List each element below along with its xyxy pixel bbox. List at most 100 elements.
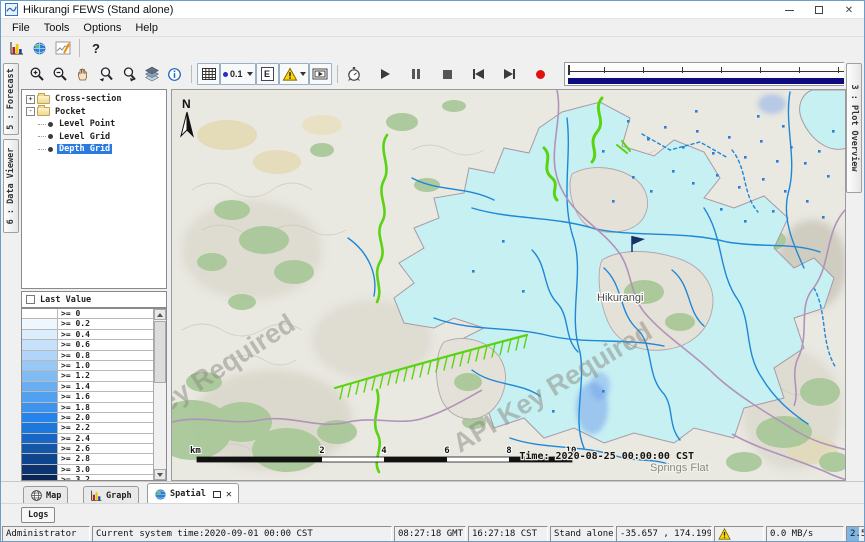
close-button[interactable]: ✕ [834, 1, 864, 19]
tree-node-level-point[interactable]: Level Point [26, 118, 166, 131]
layer-bullet-icon [48, 134, 53, 139]
legend-toggle-button[interactable]: E [256, 63, 279, 85]
layers-panel: + Cross-section - Pocket Level Point Lev… [21, 89, 169, 481]
main-toolbar: ? [1, 37, 864, 59]
status-warning[interactable] [714, 526, 764, 542]
status-gmt-time: 08:27:18 GMT [394, 526, 466, 542]
warning-dropdown[interactable] [279, 63, 309, 85]
menu-file[interactable]: File [5, 21, 37, 35]
legend-row: >= 2.4 [22, 434, 166, 444]
zoom-next-button[interactable] [117, 63, 140, 85]
stop-button[interactable] [436, 63, 459, 85]
tab-plot-overview[interactable]: 3 : Plot Overview [846, 63, 862, 193]
zoom-out-icon [52, 66, 68, 82]
bar-chart-icon [90, 489, 103, 502]
legend-scrollbar[interactable] [153, 309, 166, 480]
tree-node-depth-grid[interactable]: Depth Grid [26, 143, 166, 156]
chevron-down-icon [300, 72, 306, 76]
scroll-down-arrow-icon[interactable] [154, 469, 166, 480]
last-value-checkbox[interactable] [26, 295, 35, 304]
info-icon [167, 67, 182, 82]
zoom-previous-button[interactable] [94, 63, 117, 85]
spatial-display-button[interactable] [28, 37, 51, 59]
tree-node-pocket[interactable]: - Pocket [26, 106, 166, 119]
tree-node-level-grid[interactable]: Level Grid [26, 131, 166, 144]
tab-spatial[interactable]: Spatial ✕ [147, 483, 239, 504]
warning-icon [282, 67, 298, 82]
collapse-icon[interactable]: - [26, 107, 35, 116]
stopwatch-icon [346, 66, 362, 82]
zoom-out-button[interactable] [48, 63, 71, 85]
selected-layer: Depth Grid [57, 144, 112, 154]
legend-row: >= 2.0 [22, 413, 166, 423]
menu-options[interactable]: Options [76, 21, 128, 35]
tree-node-cross-section[interactable]: + Cross-section [26, 93, 166, 106]
contour-interval-value: 0.1 [230, 69, 243, 79]
database-viewer-button[interactable] [5, 37, 28, 59]
tab-map[interactable]: Map [23, 486, 68, 504]
step-back-button[interactable] [467, 63, 490, 85]
menu-tools[interactable]: Tools [37, 21, 77, 35]
application-window: Hikurangi FEWS (Stand alone) ✕ File Tool… [0, 0, 865, 542]
time-slider[interactable] [564, 62, 865, 86]
menu-bar: File Tools Options Help [1, 19, 864, 37]
tab-data-viewer[interactable]: 6 : Data Viewer [3, 139, 19, 233]
zoom-previous-icon [98, 66, 114, 82]
expand-icon[interactable]: + [26, 95, 35, 104]
legend-letter-icon: E [261, 67, 274, 81]
legend-row: >= 0.6 [22, 340, 166, 350]
pause-icon [412, 69, 420, 79]
tab-graph[interactable]: Graph [83, 486, 139, 504]
scrollbar-thumb[interactable] [154, 321, 166, 383]
map-time-label: Time: 2020-08-25 00:00:00 CST [519, 450, 694, 462]
toolbar-separator [337, 65, 338, 83]
title-bar: Hikurangi FEWS (Stand alone) ✕ [1, 1, 864, 19]
play-button[interactable] [374, 63, 397, 85]
legend-row: >= 3.0 [22, 465, 166, 475]
menu-help[interactable]: Help [128, 21, 165, 35]
legend-row: >= 1.8 [22, 403, 166, 413]
warning-icon [718, 528, 731, 540]
globe-icon [154, 488, 167, 501]
timeseries-dialog-button[interactable] [51, 37, 74, 59]
undock-icon[interactable] [213, 491, 221, 498]
map-canvas[interactable]: Hikurangi Springs Flat API Key Required … [172, 90, 846, 481]
contour-interval-dropdown[interactable]: 0.1 [220, 63, 256, 85]
layer-tree: + Cross-section - Pocket Level Point Lev… [21, 89, 167, 289]
toolbar-separator [79, 39, 80, 57]
step-forward-button[interactable] [498, 63, 521, 85]
minimize-button[interactable] [774, 1, 804, 19]
display-tab-bar: Map Graph Spatial ✕ [1, 481, 864, 503]
tab-forecast[interactable]: 5 : Forecast [3, 63, 19, 135]
window-title: Hikurangi FEWS (Stand alone) [23, 4, 173, 16]
map-toolbar: 0.1 E [21, 59, 846, 89]
maximize-button[interactable] [804, 1, 834, 19]
legend-row: >= 1.0 [22, 361, 166, 371]
record-button[interactable] [529, 63, 552, 85]
pause-button[interactable] [405, 63, 428, 85]
info-button[interactable] [163, 63, 186, 85]
pan-hand-icon [75, 66, 91, 82]
grid-display-button[interactable] [197, 63, 220, 85]
legend-row: >= 2.6 [22, 444, 166, 454]
toolbar-separator [191, 65, 192, 83]
chevron-down-icon [247, 72, 253, 76]
left-dock-strip: 5 : Forecast 6 : Data Viewer [1, 59, 21, 481]
zoom-in-icon [29, 66, 45, 82]
logs-row: Logs [1, 503, 864, 525]
zoom-in-button[interactable] [25, 63, 48, 85]
legend-row: >= 0.8 [22, 351, 166, 361]
layers-button[interactable] [140, 63, 163, 85]
logs-button[interactable]: Logs [21, 507, 55, 523]
timer-settings-button[interactable] [343, 63, 366, 85]
help-button[interactable]: ? [85, 37, 107, 59]
right-dock-strip: 3 : Plot Overview [844, 59, 864, 481]
legend-row: >= 0.2 [22, 319, 166, 329]
pan-button[interactable] [71, 63, 94, 85]
svg-text:2: 2 [319, 446, 324, 456]
svg-text:km: km [190, 446, 201, 456]
last-value-label: Last Value [40, 295, 91, 305]
scroll-up-arrow-icon[interactable] [154, 309, 166, 320]
close-tab-icon[interactable]: ✕ [226, 489, 232, 500]
animation-button[interactable] [309, 63, 332, 85]
